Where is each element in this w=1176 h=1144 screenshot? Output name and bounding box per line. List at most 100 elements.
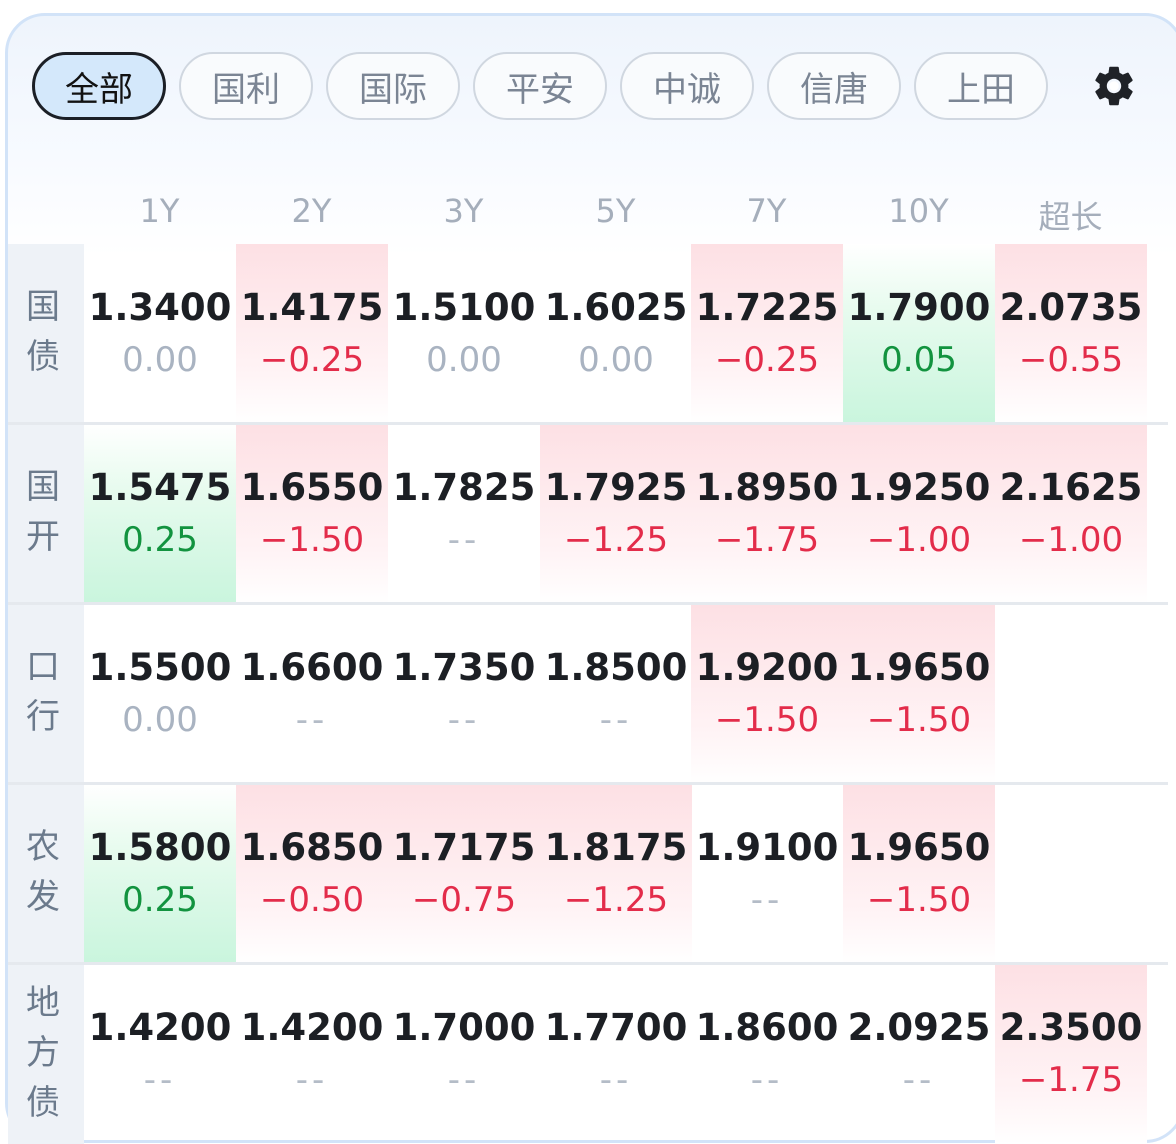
row-label-char: 行	[26, 697, 60, 737]
rate-change: --	[143, 1060, 177, 1100]
rate-change: −1.00	[1018, 520, 1124, 560]
rate-cell[interactable]: 1.4175 −0.25	[236, 244, 388, 424]
row-label: 国开	[26, 462, 66, 562]
rate-value: 1.7175	[392, 826, 536, 869]
rate-cell[interactable]: 1.7825 --	[388, 424, 540, 604]
rate-cell[interactable]: 1.9100 --	[691, 784, 843, 964]
tab-2[interactable]: 国际	[326, 52, 460, 120]
rate-cell[interactable]: 1.7925 −1.25	[540, 424, 692, 604]
tab-1[interactable]: 国利	[179, 52, 313, 120]
rate-cell[interactable]: 1.7900 0.05	[843, 244, 995, 424]
rate-change: --	[750, 1060, 784, 1100]
row-label: 国债	[26, 282, 66, 382]
rate-cell[interactable]: 1.8500 --	[540, 604, 692, 784]
rate-cell[interactable]: 1.5500 0.00	[84, 604, 236, 784]
tenor-header-5[interactable]: 10Y	[843, 192, 994, 236]
tab-3[interactable]: 平安	[473, 52, 607, 120]
rate-cell[interactable]: 1.7000 --	[388, 964, 540, 1144]
rate-change: −0.55	[1018, 340, 1124, 380]
tenor-header-1[interactable]: 2Y	[236, 192, 387, 236]
rate-change: −1.75	[1018, 1060, 1124, 1100]
tenor-header-2[interactable]: 3Y	[388, 192, 539, 236]
table-row[interactable]: 国债 1.3400 0.00 1.4175 −0.25 1.5100 0.00 1.6025 0…	[8, 244, 1168, 424]
row-label: 地方债	[26, 978, 66, 1128]
gear-icon[interactable]	[1090, 62, 1138, 110]
rate-value: 1.7925	[544, 466, 688, 509]
rate-value: 1.8500	[544, 646, 688, 689]
rate-value: 1.9650	[847, 826, 991, 869]
row-label-char: 发	[26, 877, 60, 917]
rate-cell[interactable]: 2.3500 −1.75	[995, 964, 1147, 1144]
rate-cell[interactable]: 1.7225 −0.25	[691, 244, 843, 424]
rate-value: 1.8600	[695, 1006, 839, 1049]
rate-cell[interactable]: 2.0735 −0.55	[995, 244, 1147, 424]
tab-4[interactable]: 中诚	[620, 52, 754, 120]
rate-cell[interactable]: 1.5475 0.25	[84, 424, 236, 604]
row-label-char: 地	[26, 983, 60, 1023]
rate-cell[interactable]: 1.9200 −1.50	[691, 604, 843, 784]
rate-cell[interactable]: 1.4200 --	[236, 964, 388, 1144]
rate-cell[interactable]: 1.9650 −1.50	[843, 784, 995, 964]
rate-cell	[995, 784, 1147, 964]
rate-value: 1.4200	[88, 1006, 232, 1049]
tenor-header-3[interactable]: 5Y	[540, 192, 691, 236]
rate-cell[interactable]: 1.7175 −0.75	[388, 784, 540, 964]
rate-value: 1.7225	[695, 286, 839, 329]
rate-change: −0.50	[259, 880, 365, 920]
rate-cell[interactable]: 1.5800 0.25	[84, 784, 236, 964]
row-label-char: 国	[26, 287, 60, 327]
tenor-header-0[interactable]: 1Y	[84, 192, 235, 236]
table-row[interactable]: 国开 1.5475 0.25 1.6550 −1.50 1.7825 -- 1.7925 −1.…	[8, 424, 1168, 604]
rate-cell[interactable]: 1.4200 --	[84, 964, 236, 1144]
tab-5[interactable]: 信唐	[767, 52, 901, 120]
rate-change: −1.50	[866, 700, 972, 740]
rate-cell[interactable]: 1.6550 −1.50	[236, 424, 388, 604]
rate-cell[interactable]: 1.9250 −1.00	[843, 424, 995, 604]
rate-value: 1.5800	[88, 826, 232, 869]
rate-cell[interactable]: 1.7700 --	[540, 964, 692, 1144]
rate-cell[interactable]: 1.5100 0.00	[388, 244, 540, 424]
table-row[interactable]: 农发 1.5800 0.25 1.6850 −0.50 1.7175 −0.75 1.8175…	[8, 784, 1168, 964]
rate-change: --	[447, 1060, 481, 1100]
tab-0[interactable]: 全部	[32, 52, 166, 120]
rate-value: 1.4200	[240, 1006, 384, 1049]
rate-cell[interactable]: 1.9650 −1.50	[843, 604, 995, 784]
row-label-char: 债	[26, 337, 60, 377]
rate-value: 1.9200	[695, 646, 839, 689]
rate-change: --	[599, 700, 633, 740]
rate-value: 1.9100	[695, 826, 839, 869]
tenor-header-4[interactable]: 7Y	[691, 192, 842, 236]
tenor-header-6[interactable]: 超长	[995, 192, 1146, 236]
rate-change: −0.75	[411, 880, 517, 920]
rate-value: 1.7700	[544, 1006, 688, 1049]
rate-cell[interactable]: 1.7350 --	[388, 604, 540, 784]
rate-cell[interactable]: 2.0925 --	[843, 964, 995, 1144]
rate-value: 1.7350	[392, 646, 536, 689]
rate-cell[interactable]: 1.8600 --	[691, 964, 843, 1144]
table-row[interactable]: 地方债 1.4200 -- 1.4200 -- 1.7000 -- 1.7700 -- 1.860…	[8, 964, 1168, 1144]
rate-value: 1.7825	[392, 466, 536, 509]
rate-value: 2.3500	[999, 1006, 1143, 1049]
rate-change: --	[599, 1060, 633, 1100]
tab-6[interactable]: 上田	[914, 52, 1048, 120]
rate-cell[interactable]: 1.6850 −0.50	[236, 784, 388, 964]
row-label-char: 方	[26, 1033, 60, 1073]
rate-cell[interactable]: 1.6025 0.00	[540, 244, 692, 424]
rate-cell[interactable]: 1.3400 0.00	[84, 244, 236, 424]
rate-cell[interactable]: 1.8175 −1.25	[540, 784, 692, 964]
rate-cell[interactable]: 1.6600 --	[236, 604, 388, 784]
rate-cell[interactable]: 1.8950 −1.75	[691, 424, 843, 604]
rate-change: −1.25	[563, 880, 669, 920]
rate-change: −1.50	[866, 880, 972, 920]
table-row[interactable]: 口行 1.5500 0.00 1.6600 -- 1.7350 -- 1.8500 -- 1.92…	[8, 604, 1168, 784]
rate-change: 0.25	[122, 880, 198, 920]
row-label-char: 农	[26, 827, 60, 867]
rate-value: 1.5100	[392, 286, 536, 329]
rate-change: --	[295, 700, 329, 740]
broker-tab-bar: 全部 国利 国际 平安 中诚 信唐 上田	[28, 52, 1128, 120]
rate-cell[interactable]: 2.1625 −1.00	[995, 424, 1147, 604]
rate-change: --	[295, 1060, 329, 1100]
row-divider	[8, 782, 1168, 785]
rate-change: 0.05	[881, 340, 957, 380]
rate-change: −1.50	[259, 520, 365, 560]
